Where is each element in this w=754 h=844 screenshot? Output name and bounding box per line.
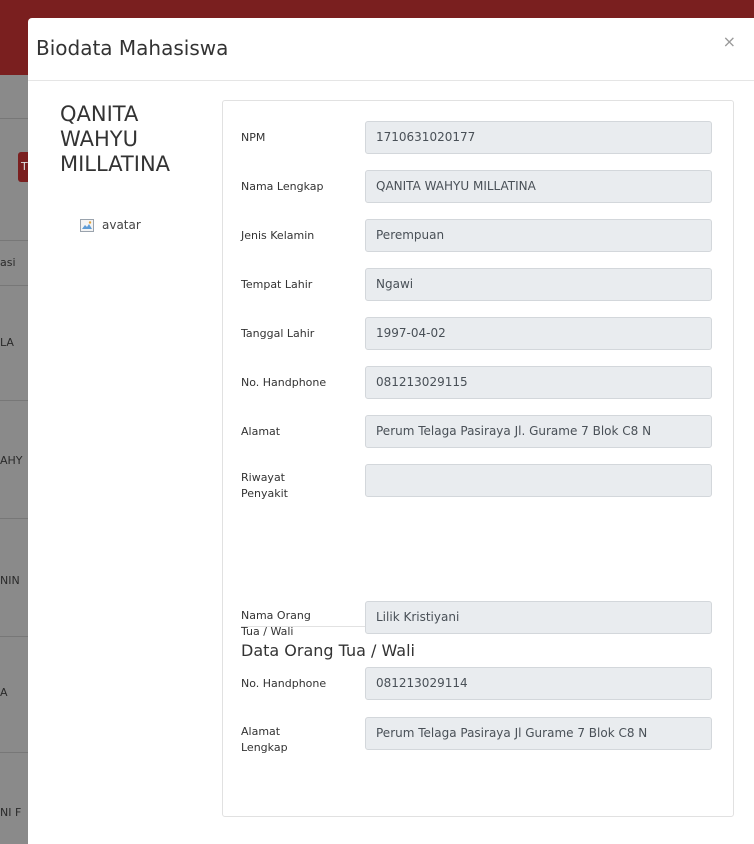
name-line: WAHYU — [60, 127, 138, 151]
name-line: QANITA — [60, 102, 139, 126]
broken-image-icon — [80, 218, 94, 232]
label-line: Penyakit — [241, 487, 288, 500]
field-label: Alamat — [241, 425, 281, 438]
field-label: Riwayat Penyakit — [241, 470, 359, 502]
avatar: avatar — [80, 218, 141, 232]
name-line: MILLATINA — [60, 152, 171, 176]
biodata-modal: Biodata Mahasiswa × QANITA WAHYU MILLATI… — [28, 18, 754, 844]
birthplace-input[interactable]: Ngawi — [365, 268, 712, 301]
full-name-input[interactable]: QANITA WAHYU MILLATINA — [365, 170, 712, 203]
guardian-section-title: Data Orang Tua / Wali — [241, 641, 415, 660]
background-divider — [0, 240, 28, 241]
label-line: Nama Orang — [241, 609, 311, 622]
npm-input[interactable]: 1710631020177 — [365, 121, 712, 154]
field-label: Tempat Lahir — [241, 278, 313, 291]
address-input[interactable]: Perum Telaga Pasiraya Jl. Gurame 7 Blok … — [365, 415, 712, 448]
background-text: AHY — [0, 454, 23, 467]
background-text: asi — [0, 256, 16, 269]
background-text: NIN — [0, 574, 20, 587]
modal-title: Biodata Mahasiswa — [36, 36, 229, 60]
background-text: LA — [0, 336, 14, 349]
field-label: No. Handphone — [241, 677, 327, 690]
modal-header: Biodata Mahasiswa × — [28, 18, 754, 81]
medical-history-input[interactable] — [365, 464, 712, 497]
details-card: NPM 1710631020177 Nama Lengkap QANITA WA… — [222, 100, 734, 817]
guardian-address-input[interactable]: Perum Telaga Pasiraya Jl Gurame 7 Blok C… — [365, 717, 712, 750]
close-button[interactable]: × — [723, 32, 736, 51]
field-label: Tanggal Lahir — [241, 327, 315, 340]
field-label: Jenis Kelamin — [241, 229, 315, 242]
background-divider — [0, 636, 28, 637]
field-label: No. Handphone — [241, 376, 327, 389]
label-line: Alamat — [241, 725, 281, 738]
student-name-heading: QANITA WAHYU MILLATINA — [60, 102, 200, 177]
background-text: A — [0, 686, 8, 699]
gender-input[interactable]: Perempuan — [365, 219, 712, 252]
birthdate-input[interactable]: 1997-04-02 — [365, 317, 712, 350]
background-divider — [0, 285, 28, 286]
background-divider — [0, 118, 28, 119]
avatar-alt-text: avatar — [102, 218, 141, 232]
label-line: Lengkap — [241, 741, 288, 754]
background-text: NI F — [0, 806, 22, 819]
field-label: Nama Orang Tua / Wali — [241, 608, 359, 640]
field-label: Alamat Lengkap — [241, 724, 359, 756]
label-line: Riwayat — [241, 471, 285, 484]
guardian-phone-input[interactable]: 081213029114 — [365, 667, 712, 700]
label-line: Tua / Wali — [241, 625, 294, 638]
guardian-name-input[interactable]: Lilik Kristiyani — [365, 601, 712, 634]
phone-input[interactable]: 081213029115 — [365, 366, 712, 399]
background-divider — [0, 518, 28, 519]
field-label: NPM — [241, 131, 266, 144]
background-divider — [0, 752, 28, 753]
background-divider — [0, 400, 28, 401]
field-label: Nama Lengkap — [241, 180, 324, 193]
